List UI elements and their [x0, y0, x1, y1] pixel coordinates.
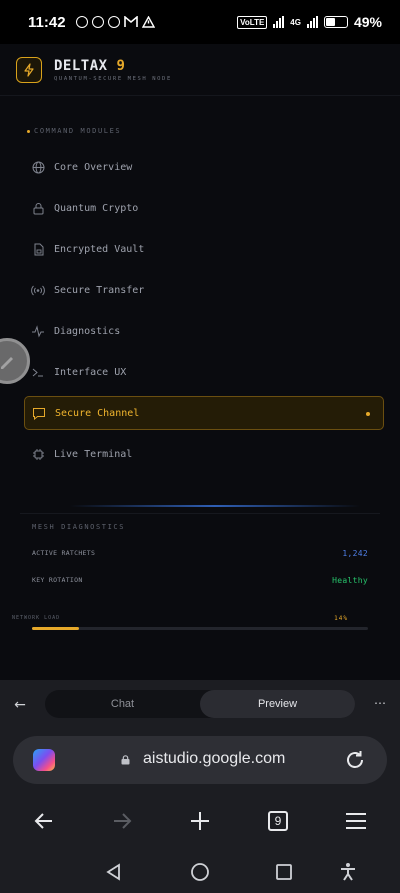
nav-item-quantum-crypto[interactable]: Quantum Crypto: [24, 191, 384, 225]
reload-icon[interactable]: [343, 748, 367, 772]
accessibility-icon[interactable]: [338, 862, 358, 882]
tab-count: 9: [268, 811, 288, 831]
warning-icon: [141, 16, 155, 28]
back-icon[interactable]: [31, 808, 57, 834]
network-type: 4G: [290, 17, 301, 27]
brand-name: DELTAX: [54, 57, 108, 74]
globe-icon: [31, 160, 45, 174]
nav-item-interface-ux[interactable]: Interface UX: [24, 355, 384, 389]
tab-chat[interactable]: Chat: [45, 690, 200, 718]
lock-icon: [31, 201, 45, 215]
nav-item-live-terminal[interactable]: Live Terminal: [24, 437, 384, 471]
status-bar: 11:42 VoLTE 4G 49%: [0, 0, 400, 44]
back-arrow-icon[interactable]: ←: [0, 697, 40, 713]
nav-label: Secure Transfer: [54, 284, 145, 296]
chat-icon: [32, 406, 46, 420]
nav-item-core-overview[interactable]: Core Overview: [24, 150, 384, 184]
brand-subtitle: QUANTUM-SECURE MESH NODE: [54, 75, 172, 82]
nav-item-diagnostics[interactable]: Diagnostics: [24, 314, 384, 348]
url-text[interactable]: aistudio.google.com: [143, 750, 285, 768]
battery-icon: [323, 16, 348, 28]
view-switcher: Chat Preview: [45, 690, 355, 718]
pulse-icon: [31, 324, 45, 338]
nav-label: Quantum Crypto: [54, 202, 139, 214]
volte-badge: VoLTE: [237, 15, 268, 29]
nav-label: Live Terminal: [54, 448, 133, 460]
network-load-bar: [32, 627, 368, 630]
browser-navigation-bar: 9: [0, 794, 400, 850]
whatsapp-icon: [107, 16, 120, 28]
divider-glow: [70, 505, 360, 507]
terminal-prompt-icon: [31, 365, 45, 379]
messenger-icon: [91, 16, 104, 28]
forward-icon[interactable]: [109, 808, 135, 834]
tab-preview[interactable]: Preview: [200, 690, 355, 718]
browser-address-area: aistudio.google.com: [0, 730, 400, 794]
system-navigation-bar: [0, 850, 400, 893]
key-rotation-value: Healthy: [332, 576, 368, 585]
app-header: DELTAX 9 QUANTUM-SECURE MESH NODE: [0, 44, 400, 96]
app-preview: DELTAX 9 QUANTUM-SECURE MESH NODE COMMAN…: [0, 44, 400, 680]
address-bar[interactable]: aistudio.google.com: [13, 736, 387, 784]
nav-label: Encrypted Vault: [54, 243, 145, 255]
section-label: COMMAND MODULES: [27, 127, 121, 135]
key-rotation-label: KEY ROTATION: [32, 576, 83, 584]
tabs-button[interactable]: 9: [265, 808, 291, 834]
active-ratchets-value: 1,242: [342, 549, 368, 558]
status-time: 11:42: [28, 13, 66, 31]
hotspot-icon: [75, 16, 88, 28]
nav-label: Secure Channel: [55, 407, 140, 419]
system-home-icon[interactable]: [190, 862, 210, 882]
active-ratchets-label: ACTIVE RATCHETS: [32, 549, 96, 557]
brand-title: DELTAX 9: [54, 58, 172, 74]
network-load-label: NETWORK LOAD: [12, 615, 61, 621]
broadcast-icon: [31, 283, 45, 297]
bullet-dot: [27, 129, 30, 133]
network-load-value: 14%: [334, 615, 348, 622]
lock-icon: [121, 755, 130, 765]
chip-icon: [31, 447, 45, 461]
lightning-icon: [24, 62, 34, 77]
signal-icon: [273, 16, 285, 28]
pencil-icon: [1, 357, 13, 369]
battery-percent: 49%: [353, 14, 382, 30]
key-rotation-row: KEY ROTATION Healthy: [32, 576, 368, 585]
active-ratchets-row: ACTIVE RATCHETS 1,242: [32, 549, 368, 558]
network-load-fill: [32, 627, 80, 630]
mesh-diagnostics-panel: MESH DIAGNOSTICS ACTIVE RATCHETS 1,242 K…: [20, 513, 380, 680]
nav-label: Interface UX: [54, 366, 127, 378]
diagnostics-title: MESH DIAGNOSTICS: [32, 523, 126, 531]
nav-label: Diagnostics: [54, 325, 121, 337]
gmail-icon: [123, 16, 138, 27]
logo: [16, 56, 42, 83]
signal-icon-2: [306, 16, 318, 28]
system-recents-icon[interactable]: [274, 862, 294, 882]
more-options-icon[interactable]: ⋯: [374, 696, 386, 710]
network-load-row: NETWORK LOAD 14%: [12, 615, 348, 622]
nav-item-secure-transfer[interactable]: Secure Transfer: [24, 273, 384, 307]
menu-icon[interactable]: [343, 808, 369, 834]
active-indicator-dot: [366, 412, 370, 416]
nav-item-secure-channel[interactable]: Secure Channel: [24, 396, 384, 430]
brand-number: 9: [116, 57, 126, 74]
file-icon: [31, 242, 45, 256]
new-tab-icon[interactable]: [187, 808, 213, 834]
copilot-icon[interactable]: [33, 749, 55, 771]
nav-label: Core Overview: [54, 161, 133, 173]
system-back-icon[interactable]: [104, 862, 124, 882]
nav-item-encrypted-vault[interactable]: Encrypted Vault: [24, 232, 384, 266]
studio-toolbar: ← Chat Preview ⋯: [0, 680, 400, 730]
